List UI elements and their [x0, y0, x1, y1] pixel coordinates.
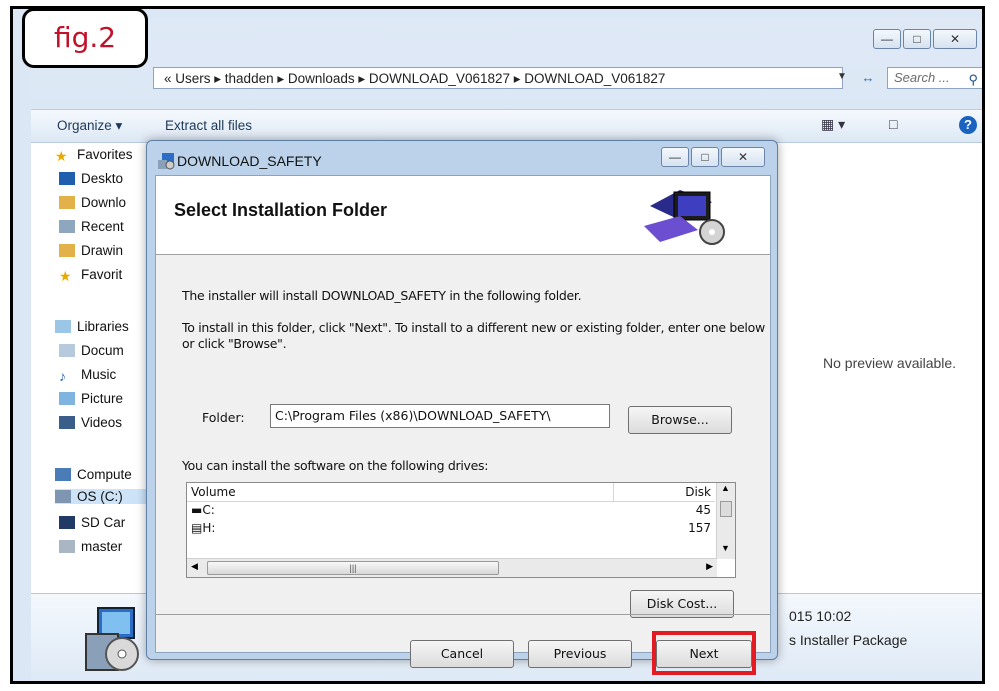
drive-icon: ▬: [191, 503, 203, 517]
videos-icon: [59, 416, 75, 429]
scroll-thumb[interactable]: [720, 501, 732, 517]
libraries-icon: [55, 320, 71, 333]
explorer-title-bar: — □ ✕: [31, 19, 982, 63]
folder-label: Folder:: [202, 410, 245, 425]
column-separator: [613, 483, 614, 501]
drives-label: You can install the software on the foll…: [182, 458, 489, 473]
nav-videos[interactable]: Videos: [59, 415, 122, 430]
nav-favorites-folder[interactable]: ★ Favorit: [59, 267, 122, 284]
dialog-maximize-button[interactable]: □: [691, 147, 719, 167]
maximize-button[interactable]: □: [903, 29, 931, 49]
nav-libraries[interactable]: Libraries: [55, 319, 129, 334]
nav-documents[interactable]: Docum: [59, 343, 124, 358]
dialog-title: DOWNLOAD_SAFETY: [177, 153, 322, 169]
dialog-close-button[interactable]: ✕: [721, 147, 765, 167]
dialog-heading: Select Installation Folder: [174, 200, 388, 220]
help-icon[interactable]: ?: [959, 116, 977, 134]
address-dropdown-icon[interactable]: ▼: [837, 71, 847, 82]
browse-button[interactable]: Browse...: [628, 406, 732, 434]
address-row: « Users ▸ thadden ▸ Downloads ▸ DOWNLOAD…: [31, 63, 982, 95]
star-icon: ★: [55, 148, 68, 164]
intro-text: The installer will install DOWNLOAD_SAFE…: [182, 288, 582, 303]
drive-list[interactable]: Volume Disk ▬C: 45 ▤H: 157 ▲ ▼ ◀ ||| ▶: [186, 482, 736, 578]
date-modified: 015 10:02: [789, 608, 852, 624]
nav-drawings[interactable]: Drawin: [59, 243, 123, 258]
drive-list-header: Volume Disk: [187, 483, 715, 502]
view-options-icon[interactable]: ▦ ▾: [821, 116, 845, 133]
nav-desktop[interactable]: Deskto: [59, 171, 123, 186]
installer-title-icon: [158, 153, 175, 170]
figure-label: fig.2: [22, 8, 148, 68]
computer-icon: [55, 468, 71, 481]
nav-recent[interactable]: Recent: [59, 219, 124, 234]
nav-downloads[interactable]: Downlo: [59, 195, 126, 210]
search-input[interactable]: Search ... ⚲: [887, 67, 982, 90]
file-type: s Installer Package: [789, 632, 908, 648]
refresh-icon[interactable]: ↔: [857, 67, 879, 89]
extract-all-button[interactable]: Extract all files: [165, 118, 252, 133]
drive-list-vertical-scrollbar[interactable]: ▲ ▼: [716, 483, 735, 559]
drive-row[interactable]: ▤H: 157: [187, 521, 715, 537]
nav-music[interactable]: ♪ Music: [59, 367, 116, 384]
instructions-line2: or click "Browse".: [182, 336, 287, 351]
search-placeholder: Search ...: [894, 70, 950, 85]
explorer-window-controls: — □ ✕: [873, 29, 977, 49]
horizontal-scroll-thumb[interactable]: |||: [207, 561, 499, 575]
previous-button[interactable]: Previous: [528, 640, 632, 668]
scroll-left-icon[interactable]: ◀: [191, 561, 198, 572]
drive-row[interactable]: ▬C: 45: [187, 503, 715, 519]
network-drive-icon: [59, 540, 75, 553]
address-bar[interactable]: « Users ▸ thadden ▸ Downloads ▸ DOWNLOAD…: [153, 67, 843, 89]
documents-icon: [59, 344, 75, 357]
star-icon: ★: [59, 268, 72, 284]
scroll-up-icon[interactable]: ▲: [721, 483, 730, 493]
dialog-body: Select Installation Folder The installer…: [155, 175, 771, 675]
music-icon: ♪: [59, 368, 66, 384]
dialog-window-controls: — □ ✕: [661, 147, 765, 167]
instructions-line1: To install in this folder, click "Next".…: [182, 320, 765, 335]
preview-pane-icon[interactable]: □: [889, 116, 897, 132]
dialog-header: Select Installation Folder: [156, 176, 770, 255]
downloads-folder-icon: [59, 196, 75, 209]
installer-dialog: DOWNLOAD_SAFETY — □ ✕ Select Installatio…: [146, 140, 778, 675]
footer-divider: [156, 614, 770, 615]
recent-places-icon: [59, 220, 75, 233]
cancel-button[interactable]: Cancel: [410, 640, 514, 668]
installer-package-icon: [85, 607, 139, 671]
drive-icon: [55, 490, 71, 503]
computer-setup-icon: [644, 190, 725, 245]
nav-sd-card[interactable]: SD Car: [59, 515, 125, 530]
command-bar: Organize ▾ Extract all files ▦ ▾ □ ?: [31, 109, 982, 143]
sd-card-icon: [59, 516, 75, 529]
folder-icon: [59, 244, 75, 257]
scroll-right-icon[interactable]: ▶: [706, 561, 713, 572]
dialog-minimize-button[interactable]: —: [661, 147, 689, 167]
nav-master[interactable]: master: [59, 539, 122, 554]
next-button-highlight: [652, 631, 756, 675]
folder-path-input[interactable]: C:\Program Files (x86)\DOWNLOAD_SAFETY\: [270, 404, 610, 428]
nav-pictures[interactable]: Picture: [59, 391, 123, 406]
close-button[interactable]: ✕: [933, 29, 977, 49]
nav-computer[interactable]: Compute: [55, 467, 132, 482]
preview-text: No preview available.: [823, 355, 957, 371]
volume-column-header[interactable]: Volume: [191, 485, 236, 499]
drive-list-horizontal-scrollbar[interactable]: ◀ ||| ▶: [187, 558, 717, 577]
desktop-icon: [59, 172, 75, 185]
scroll-down-icon[interactable]: ▼: [721, 543, 730, 553]
organize-menu[interactable]: Organize ▾: [57, 118, 122, 134]
network-drive-icon: ▤: [191, 521, 203, 535]
nav-favorites[interactable]: ★ Favorites: [55, 147, 133, 164]
pictures-icon: [59, 392, 75, 405]
disk-column-header[interactable]: Disk: [685, 485, 711, 499]
minimize-button[interactable]: —: [873, 29, 901, 49]
search-icon[interactable]: ⚲: [968, 70, 978, 90]
